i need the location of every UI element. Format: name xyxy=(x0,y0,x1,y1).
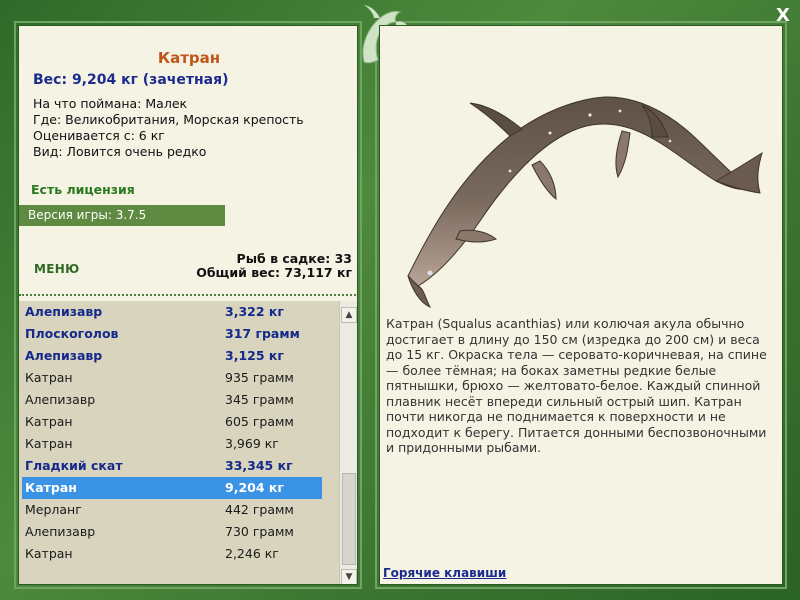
fish-count: Рыб в садке: 33 xyxy=(236,251,352,266)
list-item[interactable]: Катран 3,969 кг xyxy=(22,433,322,455)
catch-weight: 345 грамм xyxy=(225,392,294,407)
fish-name: Катран xyxy=(157,49,221,67)
info-location: Где: Великобритания, Морская крепость xyxy=(33,112,304,127)
catch-name: Катран xyxy=(25,436,73,451)
catch-name: Плоскоголов xyxy=(25,326,119,341)
info-value: 6 кг xyxy=(138,128,165,143)
arrow-up-icon[interactable]: ▲ xyxy=(341,307,357,323)
catch-name: Мерланг xyxy=(25,502,82,517)
catch-weight: 935 грамм xyxy=(225,370,294,385)
fish-info-panel: Катран Вес: 9,204 кг (зачетная) На что п… xyxy=(18,25,358,585)
game-version: Версия игры: 3.7.5 xyxy=(19,205,225,226)
catch-weight: 317 грамм xyxy=(225,326,300,341)
catch-name: Алепизавр xyxy=(25,304,103,319)
catch-weight: 605 грамм xyxy=(225,414,294,429)
total-weight: Общий вес: 73,117 кг xyxy=(196,265,352,280)
fish-weight: Вес: 9,204 кг (зачетная) xyxy=(33,72,229,88)
keepnet-stats: Рыб в садке: 33 Общий вес: 73,117 кг xyxy=(196,252,352,280)
catch-name: Алепизавр xyxy=(25,524,96,539)
dotted-divider xyxy=(19,294,357,296)
catch-weight: 3,322 кг xyxy=(225,304,284,319)
catch-name: Катран xyxy=(25,480,77,495)
catch-weight: 9,204 кг xyxy=(225,480,284,495)
info-label: Вид: xyxy=(33,144,63,159)
catch-name: Катран xyxy=(25,546,73,561)
info-label: Где: xyxy=(33,112,62,127)
catch-name: Катран xyxy=(25,370,73,385)
fish-detail-panel: Катран (Squalus acanthias) или колючая а… xyxy=(379,25,783,585)
list-item[interactable]: Алепизавр 730 грамм xyxy=(22,521,322,543)
info-rarity: Вид: Ловится очень редко xyxy=(33,144,206,159)
arrow-down-icon[interactable]: ▼ xyxy=(341,569,357,584)
catch-weight: 2,246 кг xyxy=(225,546,279,561)
license-status: Есть лицензия xyxy=(31,182,135,197)
catch-name: Катран xyxy=(25,414,73,429)
info-label: Оценивается с: xyxy=(33,128,135,143)
scrollbar-thumb[interactable] xyxy=(342,473,356,565)
list-item[interactable]: Гладкий скат 33,345 кг xyxy=(22,455,322,477)
catch-weight: 442 грамм xyxy=(225,502,294,517)
catch-weight: 3,969 кг xyxy=(225,436,279,451)
catch-name: Гладкий скат xyxy=(25,458,123,473)
menu-button[interactable]: МЕНЮ xyxy=(34,262,79,276)
info-rated-from: Оценивается с: 6 кг xyxy=(33,128,165,143)
info-value: Великобритания, Морская крепость xyxy=(65,112,304,127)
info-bait: На что поймана: Малек xyxy=(33,96,187,111)
list-item[interactable]: Алепизавр 3,125 кг xyxy=(22,345,322,367)
catch-weight: 33,345 кг xyxy=(225,458,293,473)
info-value: Ловится очень редко xyxy=(66,144,207,159)
list-item[interactable]: Катран 2,246 кг xyxy=(22,543,322,565)
list-item[interactable]: Алепизавр 345 грамм xyxy=(22,389,322,411)
fish-description: Катран (Squalus acanthias) или колючая а… xyxy=(386,316,767,455)
info-value: Малек xyxy=(145,96,188,111)
list-item[interactable]: Плоскоголов 317 грамм xyxy=(22,323,322,345)
hotkeys-link[interactable]: Горячие клавиши xyxy=(383,566,506,580)
list-item[interactable]: Катран 935 грамм xyxy=(22,367,322,389)
catch-list[interactable]: Алепизавр 3,322 кг Плоскоголов 317 грамм… xyxy=(19,301,339,584)
list-item[interactable]: Алепизавр 3,322 кг xyxy=(22,301,322,323)
catch-weight: 730 грамм xyxy=(225,524,294,539)
close-button[interactable]: X xyxy=(772,5,794,27)
catch-list-scrollbar[interactable]: ▲ ▼ xyxy=(339,301,357,584)
spiny-dogfish-image xyxy=(407,96,763,308)
list-item[interactable]: Мерланг 442 грамм xyxy=(22,499,322,521)
list-item[interactable]: Катран 605 грамм xyxy=(22,411,322,433)
catch-name: Алепизавр xyxy=(25,392,96,407)
catch-weight: 3,125 кг xyxy=(225,348,284,363)
info-label: На что поймана: xyxy=(33,96,142,111)
list-item-selected[interactable]: Катран 9,204 кг xyxy=(22,477,322,499)
catch-name: Алепизавр xyxy=(25,348,103,363)
